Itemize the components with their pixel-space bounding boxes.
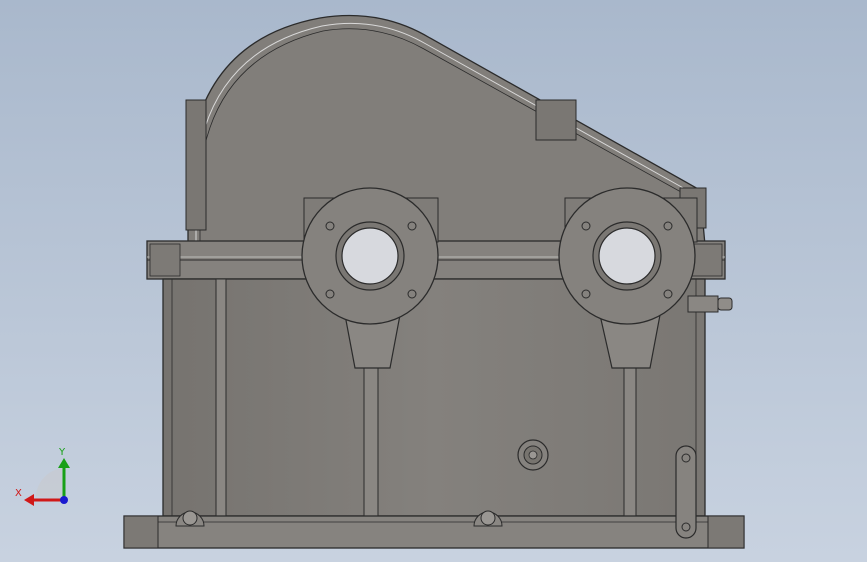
drain-plug: [517, 439, 549, 471]
base-plate: [123, 515, 745, 549]
graphics-viewport[interactable]: Y X: [0, 0, 867, 562]
triad-x-label: X: [15, 488, 22, 499]
side-plug: [687, 295, 733, 313]
gearbox-housing-model[interactable]: Y X: [0, 0, 867, 562]
oil-gauge: [675, 445, 697, 539]
view-orientation-triad[interactable]: Y X: [15, 447, 70, 506]
triad-y-label: Y: [58, 447, 66, 458]
